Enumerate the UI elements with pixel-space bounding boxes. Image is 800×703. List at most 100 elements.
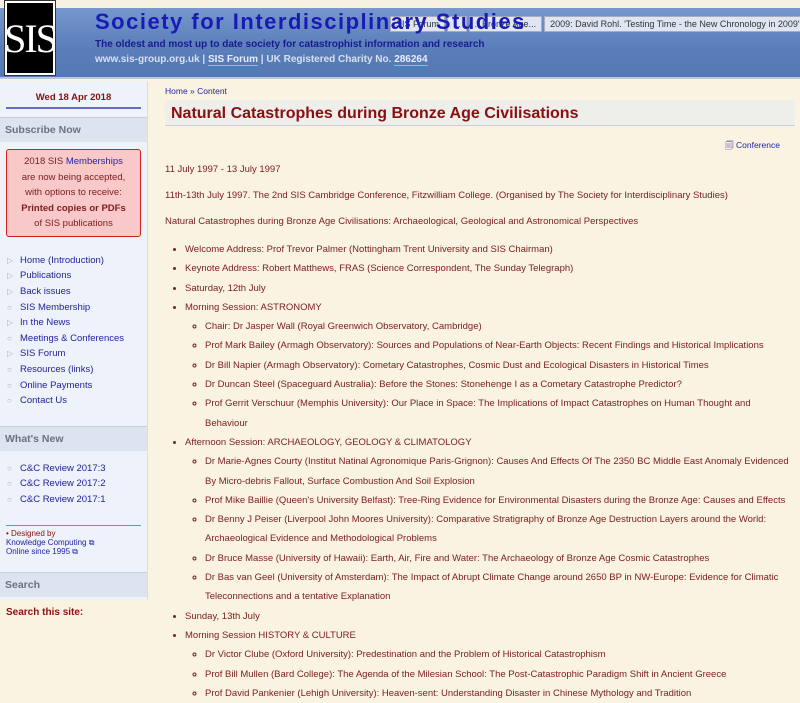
charity-label: UK Registered Charity No.	[266, 54, 392, 65]
sis-logo[interactable]: SIS	[4, 0, 58, 76]
whats-new-list: ○ C&C Review 2017:3 ○ C&C Review 2017:2 ○ C…	[0, 451, 147, 507]
talk-item: Prof Gerrit Verschuur (Memphis Universit…	[205, 394, 795, 433]
nav-item-contact[interactable]: ○ Contact Us	[7, 393, 147, 409]
nav-label: Resources (links)	[20, 363, 94, 375]
circle-bullet-icon: ○	[7, 479, 12, 489]
whats-new-item[interactable]: ○ C&C Review 2017:2	[7, 476, 147, 492]
nav-item-membership[interactable]: ○ SIS Membership	[7, 299, 147, 315]
tagline: The oldest and most up to date society f…	[95, 39, 485, 50]
breadcrumb-separator: »	[187, 86, 198, 96]
expand-arrow-icon: ▷	[7, 349, 14, 359]
event-intro: 11th-13th July 1997. The 2nd SIS Cambrid…	[165, 190, 728, 201]
expand-arrow-icon: ▷	[7, 318, 14, 328]
talk-item: Chair: Dr Jasper Wall (Royal Greenwich O…	[205, 317, 795, 336]
sidebar: Wed 18 Apr 2018 Subscribe Now 2018 SIS M…	[0, 81, 148, 618]
top-strip	[0, 0, 800, 8]
program-item-text: Saturday, 12th July	[185, 282, 266, 294]
nav-item-resources[interactable]: ○ Resources (links)	[7, 362, 147, 378]
circle-bullet-icon: ○	[7, 494, 12, 504]
program-item-text: Morning Session HISTORY & CULTURE	[185, 629, 356, 641]
tab[interactable]: 2009: David Rohl. 'Testing Time - the Ne…	[544, 16, 800, 32]
whats-new-item[interactable]: ○ C&C Review 2017:3	[7, 460, 147, 476]
circle-bullet-icon: ○	[7, 396, 12, 406]
site-info: www.sis-group.org.uk | SIS Forum | UK Re…	[95, 54, 428, 66]
external-link-icon: ⧉	[72, 547, 78, 557]
nav-label: Publications	[20, 270, 72, 282]
talk-item: Prof Mike Baillie (Queen's University Be…	[205, 491, 795, 510]
item-label: C&C Review 2017:1	[20, 493, 106, 505]
program-item: Sunday, 13th July	[185, 607, 795, 626]
talk-item: Dr Victor Clube (Oxford University): Pre…	[205, 645, 795, 664]
circle-bullet-icon: ○	[7, 302, 12, 312]
search-heading: Search	[0, 572, 147, 598]
designed-by: • Designed by	[6, 529, 56, 539]
sub-text: are now being accepted,	[21, 171, 126, 183]
program-item-text: Afternoon Session: ARCHAEOLOGY, GEOLOGY …	[185, 436, 472, 448]
nav-item-forum[interactable]: ▷ SIS Forum	[7, 346, 147, 362]
item-label: C&C Review 2017:2	[20, 478, 106, 490]
nav-label: Meetings & Conferences	[20, 332, 125, 344]
whats-new-item[interactable]: ○ C&C Review 2017:1	[7, 492, 147, 508]
program-item: Saturday, 12th July	[185, 279, 795, 298]
nav-item-news[interactable]: ▷ In the News	[7, 315, 147, 331]
charity-number-link[interactable]: 286264	[394, 54, 428, 66]
external-link-icon: ⧉	[88, 538, 95, 548]
forum-link[interactable]: SIS Forum	[208, 54, 259, 66]
sub-text: with options to receive:	[25, 187, 122, 198]
circle-bullet-icon: ○	[7, 333, 12, 343]
item-label: C&C Review 2017:3	[20, 462, 106, 474]
site-header: SIS SIS Forum ... ...Bronze Age... 2009:…	[0, 0, 800, 79]
circle-bullet-icon: ○	[7, 364, 12, 374]
program-item-text: Morning Session: ASTRONOMY	[185, 301, 322, 313]
program-item-text: Welcome Address: Prof Trevor Palmer (Not…	[185, 244, 553, 255]
program-list: Welcome Address: Prof Trevor Palmer (Not…	[165, 240, 795, 703]
nav-item-back-issues[interactable]: ▷ Back issues	[7, 284, 147, 300]
program-item: Morning Session: ASTRONOMY Chair: Dr Jasp…	[185, 298, 795, 433]
talk-list: Dr Victor Clube (Oxford University): Pre…	[185, 645, 795, 703]
sub-text: Printed copies or PDFs	[21, 202, 126, 214]
talk-item: Dr Bas van Geel (University of Amsterdam…	[205, 568, 795, 607]
site-title: Society for Interdisciplinary Studies	[95, 9, 526, 34]
expand-arrow-icon: ▷	[7, 271, 14, 281]
nav-label: Online Payments	[20, 379, 93, 391]
talk-item: Dr Bill Napier (Armagh Observatory): Com…	[205, 356, 795, 375]
nav-label: Contact Us	[20, 395, 67, 407]
nav-item-payments[interactable]: ○ Online Payments	[7, 377, 147, 393]
nav-item-home[interactable]: ▷ Home (Introduction)	[7, 253, 147, 269]
main-content: Home » Content Natural Catastrophes duri…	[165, 86, 795, 703]
nav-label: In the News	[20, 317, 71, 329]
nav-item-meetings[interactable]: ○ Meetings & Conferences	[7, 330, 147, 346]
breadcrumb-home[interactable]: Home	[165, 86, 188, 96]
talk-item: Dr Bruce Masse (University of Hawaii): E…	[205, 549, 795, 568]
page-title: Natural Catastrophes during Bronze Age C…	[165, 100, 795, 126]
online-since-link[interactable]: Online since 1995	[6, 547, 70, 556]
program-item-text: Sunday, 13th July	[185, 610, 260, 622]
site-url: www.sis-group.org.uk	[95, 54, 200, 65]
talk-item: Dr Benny J Peiser (Liverpool John Moores…	[205, 510, 795, 549]
search-label: Search this site:	[6, 607, 84, 619]
talk-item: Prof David Pankenier (Lehigh University)…	[205, 684, 795, 703]
talk-item: Dr Marie-Agnes Courty (Institut Natinal …	[205, 452, 795, 491]
conference-link[interactable]: 🗐 Conference	[725, 140, 780, 154]
talk-item: Dr Duncan Steel (Spaceguard Australia): …	[205, 375, 795, 394]
nav-label: Home (Introduction)	[20, 254, 104, 266]
document-icon: 🗐	[725, 140, 734, 150]
subscribe-heading: Subscribe Now	[0, 117, 147, 142]
nav-label: SIS Membership	[20, 301, 91, 313]
nav-item-publications[interactable]: ▷ Publications	[7, 268, 147, 284]
talk-item: Prof Bill Mullen (Bard College): The Age…	[205, 665, 795, 684]
memberships-link[interactable]: Memberships	[66, 156, 123, 167]
breadcrumb-content[interactable]: Content	[197, 86, 227, 96]
subscribe-box: 2018 SIS Memberships are now being accep…	[6, 149, 141, 237]
whats-new-heading: What's New	[0, 426, 147, 452]
program-item: Welcome Address: Prof Trevor Palmer (Not…	[185, 240, 795, 259]
sub-text: of SIS publications	[34, 218, 113, 229]
knowledge-computing-link[interactable]: Knowledge Computing	[6, 538, 87, 547]
expand-arrow-icon: ▷	[7, 255, 14, 265]
credits: • Designed by Knowledge Computing ⧉ Onli…	[6, 525, 141, 556]
event-dates: 11 July 1997 - 13 July 1997	[165, 164, 281, 175]
circle-bullet-icon: ○	[7, 463, 12, 473]
talk-item: Prof Mark Bailey (Armagh Observatory): S…	[205, 336, 795, 355]
current-date: Wed 18 Apr 2018	[6, 81, 141, 109]
nav-label: Back issues	[20, 285, 71, 297]
